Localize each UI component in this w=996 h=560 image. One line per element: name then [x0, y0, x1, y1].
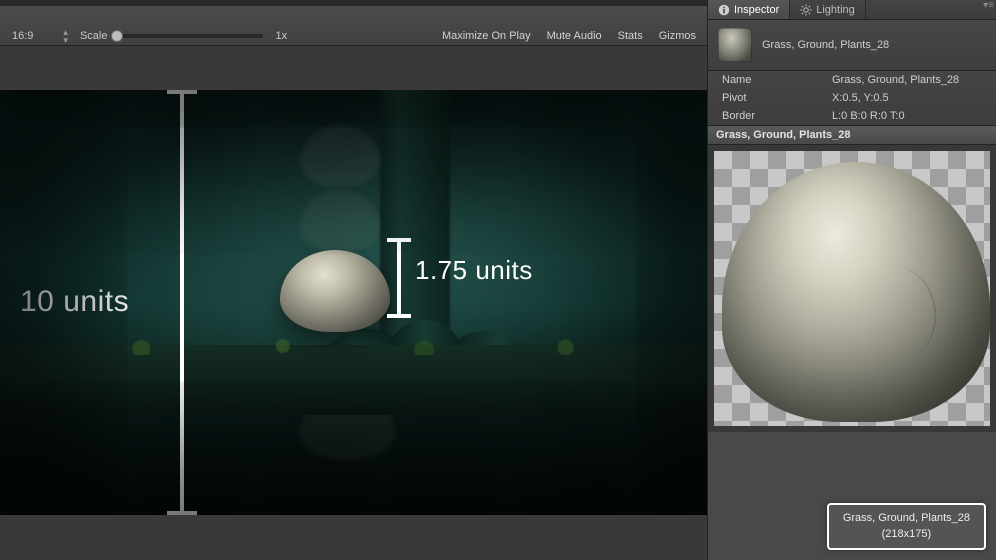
gizmos-dropdown[interactable]: Gizmos	[654, 30, 701, 42]
scale-slider[interactable]	[113, 34, 263, 38]
tab-lighting-label: Lighting	[816, 4, 855, 16]
dropdown-arrows-icon: ▴▾	[63, 28, 68, 44]
mute-audio-toggle[interactable]: Mute Audio	[542, 30, 607, 42]
scale-readout: 1x	[275, 30, 287, 42]
prop-label: Pivot	[722, 92, 832, 104]
asset-title: Grass, Ground, Plants_28	[762, 39, 889, 51]
panel-menu-icon[interactable]: ▾≡	[983, 0, 994, 11]
tab-inspector-label: Inspector	[734, 4, 779, 16]
asset-thumbnail	[718, 28, 752, 62]
scale-label: Scale	[80, 30, 108, 42]
property-row-pivot: Pivot X:0.5, Y:0.5	[708, 89, 996, 107]
sprite-preview[interactable]	[714, 151, 990, 426]
inspector-header: Grass, Ground, Plants_28	[708, 20, 996, 71]
inspector-footer: Grass, Ground, Plants_28 (218x175)	[708, 432, 996, 560]
inspector-properties: Name Grass, Ground, Plants_28 Pivot X:0.…	[708, 71, 996, 125]
prop-label: Name	[722, 74, 832, 86]
aspect-dropdown[interactable]: 16:9 ▴▾	[6, 26, 74, 46]
asset-chip-dims: (218x175)	[843, 527, 970, 542]
property-row-border: Border L:0 B:0 R:0 T:0	[708, 107, 996, 125]
prop-label: Border	[722, 110, 832, 122]
game-view-panel: ▾≡ 16:9 ▴▾ Scale 1x Maximize On Play Mut…	[0, 0, 707, 560]
asset-bundle-chip[interactable]: Grass, Ground, Plants_28 (218x175)	[827, 503, 986, 550]
slider-knob[interactable]	[111, 30, 123, 42]
info-icon	[718, 4, 730, 16]
sun-icon	[800, 4, 812, 16]
inspector-tab-bar: Inspector Lighting	[708, 0, 996, 20]
preview-section-header[interactable]: Grass, Ground, Plants_28	[708, 125, 996, 145]
inspector-panel: Inspector Lighting Grass, Ground, Plants…	[707, 0, 996, 560]
game-viewport[interactable]: 10 units 1.75 units	[0, 46, 707, 560]
game-view-toolbar: ▾≡ 16:9 ▴▾ Scale 1x Maximize On Play Mut…	[0, 6, 707, 46]
aspect-value: 16:9	[12, 30, 33, 42]
prop-value: L:0 B:0 R:0 T:0	[832, 110, 905, 122]
maximize-on-play-toggle[interactable]: Maximize On Play	[437, 30, 536, 42]
editor-window: ▾≡ 16:9 ▴▾ Scale 1x Maximize On Play Mut…	[0, 0, 996, 560]
stats-toggle[interactable]: Stats	[613, 30, 648, 42]
tab-inspector[interactable]: Inspector	[708, 0, 790, 19]
property-row-name: Name Grass, Ground, Plants_28	[708, 71, 996, 89]
tab-lighting[interactable]: Lighting	[790, 0, 866, 19]
asset-chip-name: Grass, Ground, Plants_28	[843, 511, 970, 526]
prop-value: Grass, Ground, Plants_28	[832, 74, 959, 86]
prop-value: X:0.5, Y:0.5	[832, 92, 889, 104]
